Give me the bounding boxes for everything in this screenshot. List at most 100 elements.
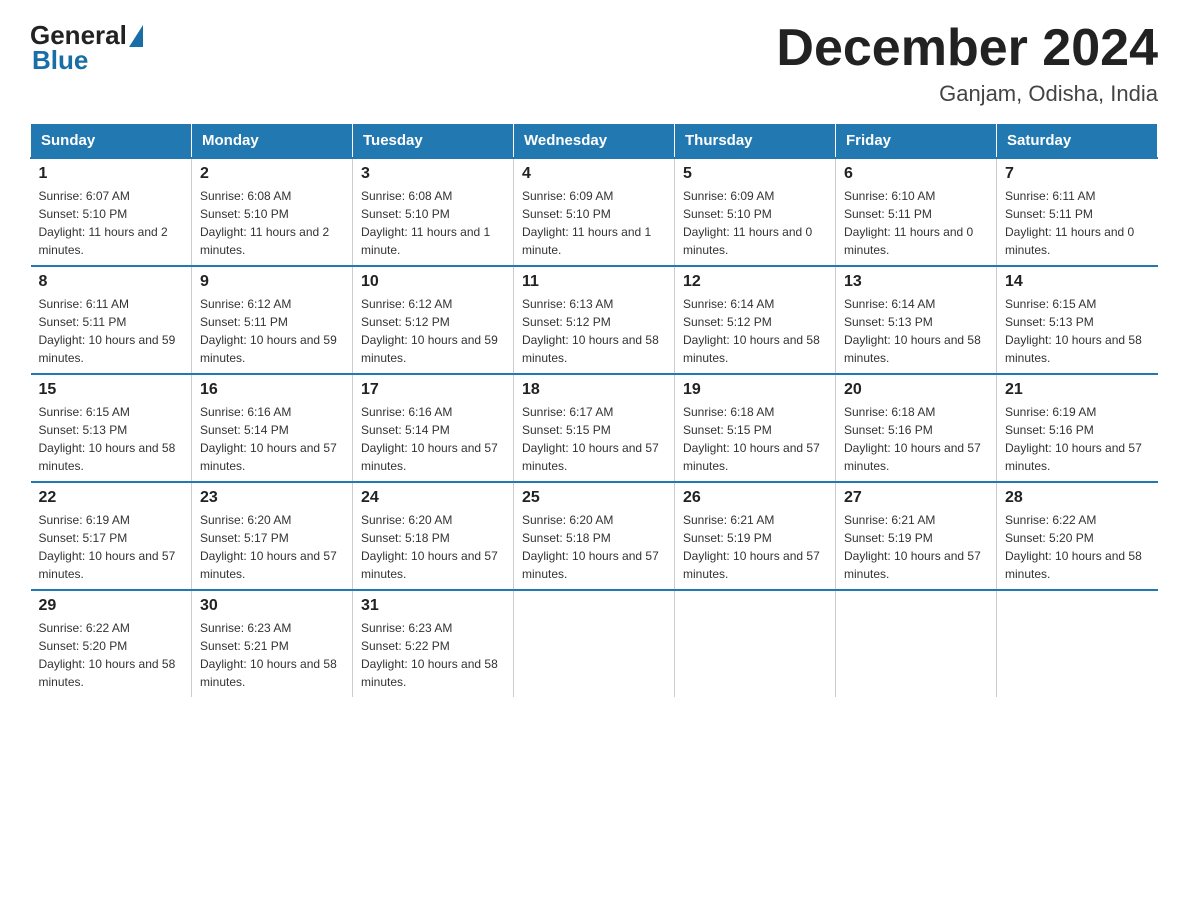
calendar-cell: 31 Sunrise: 6:23 AMSunset: 5:22 PMDaylig…	[353, 590, 514, 697]
day-number: 12	[683, 273, 827, 291]
day-info: Sunrise: 6:12 AMSunset: 5:11 PMDaylight:…	[200, 297, 337, 365]
calendar-week-row: 1 Sunrise: 6:07 AMSunset: 5:10 PMDayligh…	[31, 158, 1158, 266]
day-info: Sunrise: 6:19 AMSunset: 5:17 PMDaylight:…	[39, 513, 176, 581]
day-number: 11	[522, 273, 666, 291]
day-number: 19	[683, 381, 827, 399]
day-number: 28	[1005, 489, 1150, 507]
calendar-cell: 2 Sunrise: 6:08 AMSunset: 5:10 PMDayligh…	[192, 158, 353, 266]
calendar-cell: 4 Sunrise: 6:09 AMSunset: 5:10 PMDayligh…	[514, 158, 675, 266]
day-number: 7	[1005, 165, 1150, 183]
calendar-cell: 21 Sunrise: 6:19 AMSunset: 5:16 PMDaylig…	[997, 374, 1158, 482]
day-info: Sunrise: 6:11 AMSunset: 5:11 PMDaylight:…	[1005, 189, 1134, 257]
day-info: Sunrise: 6:19 AMSunset: 5:16 PMDaylight:…	[1005, 405, 1142, 473]
day-number: 14	[1005, 273, 1150, 291]
day-number: 2	[200, 165, 344, 183]
day-number: 1	[39, 165, 184, 183]
calendar-cell: 30 Sunrise: 6:23 AMSunset: 5:21 PMDaylig…	[192, 590, 353, 697]
calendar-cell	[514, 590, 675, 697]
day-number: 8	[39, 273, 184, 291]
day-number: 24	[361, 489, 505, 507]
day-number: 17	[361, 381, 505, 399]
day-number: 4	[522, 165, 666, 183]
day-number: 26	[683, 489, 827, 507]
calendar-cell: 20 Sunrise: 6:18 AMSunset: 5:16 PMDaylig…	[836, 374, 997, 482]
day-number: 5	[683, 165, 827, 183]
day-number: 25	[522, 489, 666, 507]
day-info: Sunrise: 6:16 AMSunset: 5:14 PMDaylight:…	[200, 405, 337, 473]
day-info: Sunrise: 6:08 AMSunset: 5:10 PMDaylight:…	[200, 189, 329, 257]
calendar-cell: 15 Sunrise: 6:15 AMSunset: 5:13 PMDaylig…	[31, 374, 192, 482]
day-info: Sunrise: 6:09 AMSunset: 5:10 PMDaylight:…	[522, 189, 651, 257]
calendar-cell: 7 Sunrise: 6:11 AMSunset: 5:11 PMDayligh…	[997, 158, 1158, 266]
calendar-cell	[836, 590, 997, 697]
day-info: Sunrise: 6:13 AMSunset: 5:12 PMDaylight:…	[522, 297, 659, 365]
day-info: Sunrise: 6:21 AMSunset: 5:19 PMDaylight:…	[844, 513, 981, 581]
calendar-cell	[675, 590, 836, 697]
day-number: 30	[200, 597, 344, 615]
weekday-header-friday: Friday	[836, 124, 997, 159]
day-number: 18	[522, 381, 666, 399]
calendar-week-row: 15 Sunrise: 6:15 AMSunset: 5:13 PMDaylig…	[31, 374, 1158, 482]
calendar-cell: 5 Sunrise: 6:09 AMSunset: 5:10 PMDayligh…	[675, 158, 836, 266]
day-info: Sunrise: 6:20 AMSunset: 5:18 PMDaylight:…	[522, 513, 659, 581]
calendar-subtitle: Ganjam, Odisha, India	[776, 81, 1158, 107]
day-info: Sunrise: 6:12 AMSunset: 5:12 PMDaylight:…	[361, 297, 498, 365]
calendar-cell: 29 Sunrise: 6:22 AMSunset: 5:20 PMDaylig…	[31, 590, 192, 697]
calendar-cell: 28 Sunrise: 6:22 AMSunset: 5:20 PMDaylig…	[997, 482, 1158, 590]
day-info: Sunrise: 6:18 AMSunset: 5:15 PMDaylight:…	[683, 405, 820, 473]
calendar-week-row: 22 Sunrise: 6:19 AMSunset: 5:17 PMDaylig…	[31, 482, 1158, 590]
day-info: Sunrise: 6:20 AMSunset: 5:18 PMDaylight:…	[361, 513, 498, 581]
day-info: Sunrise: 6:14 AMSunset: 5:12 PMDaylight:…	[683, 297, 820, 365]
weekday-header-row: SundayMondayTuesdayWednesdayThursdayFrid…	[31, 124, 1158, 159]
calendar-cell: 19 Sunrise: 6:18 AMSunset: 5:15 PMDaylig…	[675, 374, 836, 482]
day-info: Sunrise: 6:07 AMSunset: 5:10 PMDaylight:…	[39, 189, 168, 257]
day-info: Sunrise: 6:17 AMSunset: 5:15 PMDaylight:…	[522, 405, 659, 473]
calendar-cell: 13 Sunrise: 6:14 AMSunset: 5:13 PMDaylig…	[836, 266, 997, 374]
day-number: 6	[844, 165, 988, 183]
weekday-header-thursday: Thursday	[675, 124, 836, 159]
day-info: Sunrise: 6:09 AMSunset: 5:10 PMDaylight:…	[683, 189, 812, 257]
day-number: 13	[844, 273, 988, 291]
weekday-header-wednesday: Wednesday	[514, 124, 675, 159]
logo-blue-text: Blue	[30, 45, 88, 76]
day-number: 16	[200, 381, 344, 399]
calendar-cell: 24 Sunrise: 6:20 AMSunset: 5:18 PMDaylig…	[353, 482, 514, 590]
calendar-cell: 25 Sunrise: 6:20 AMSunset: 5:18 PMDaylig…	[514, 482, 675, 590]
day-info: Sunrise: 6:15 AMSunset: 5:13 PMDaylight:…	[39, 405, 176, 473]
calendar-title: December 2024	[776, 20, 1158, 77]
calendar-cell: 22 Sunrise: 6:19 AMSunset: 5:17 PMDaylig…	[31, 482, 192, 590]
day-number: 22	[39, 489, 184, 507]
calendar-cell: 3 Sunrise: 6:08 AMSunset: 5:10 PMDayligh…	[353, 158, 514, 266]
calendar-cell: 6 Sunrise: 6:10 AMSunset: 5:11 PMDayligh…	[836, 158, 997, 266]
day-number: 20	[844, 381, 988, 399]
calendar-cell: 18 Sunrise: 6:17 AMSunset: 5:15 PMDaylig…	[514, 374, 675, 482]
day-info: Sunrise: 6:22 AMSunset: 5:20 PMDaylight:…	[39, 621, 176, 689]
calendar-cell	[997, 590, 1158, 697]
calendar-cell: 10 Sunrise: 6:12 AMSunset: 5:12 PMDaylig…	[353, 266, 514, 374]
day-info: Sunrise: 6:16 AMSunset: 5:14 PMDaylight:…	[361, 405, 498, 473]
calendar-cell: 23 Sunrise: 6:20 AMSunset: 5:17 PMDaylig…	[192, 482, 353, 590]
calendar-cell: 11 Sunrise: 6:13 AMSunset: 5:12 PMDaylig…	[514, 266, 675, 374]
weekday-header-saturday: Saturday	[997, 124, 1158, 159]
day-info: Sunrise: 6:11 AMSunset: 5:11 PMDaylight:…	[39, 297, 176, 365]
calendar-cell: 26 Sunrise: 6:21 AMSunset: 5:19 PMDaylig…	[675, 482, 836, 590]
calendar-cell: 12 Sunrise: 6:14 AMSunset: 5:12 PMDaylig…	[675, 266, 836, 374]
calendar-cell: 9 Sunrise: 6:12 AMSunset: 5:11 PMDayligh…	[192, 266, 353, 374]
calendar-cell: 14 Sunrise: 6:15 AMSunset: 5:13 PMDaylig…	[997, 266, 1158, 374]
calendar-cell: 1 Sunrise: 6:07 AMSunset: 5:10 PMDayligh…	[31, 158, 192, 266]
calendar-week-row: 29 Sunrise: 6:22 AMSunset: 5:20 PMDaylig…	[31, 590, 1158, 697]
day-info: Sunrise: 6:15 AMSunset: 5:13 PMDaylight:…	[1005, 297, 1142, 365]
day-number: 3	[361, 165, 505, 183]
day-info: Sunrise: 6:18 AMSunset: 5:16 PMDaylight:…	[844, 405, 981, 473]
logo: General Blue	[30, 20, 143, 76]
day-number: 27	[844, 489, 988, 507]
logo-triangle-icon	[129, 25, 143, 47]
day-info: Sunrise: 6:14 AMSunset: 5:13 PMDaylight:…	[844, 297, 981, 365]
calendar-table: SundayMondayTuesdayWednesdayThursdayFrid…	[30, 123, 1158, 697]
calendar-week-row: 8 Sunrise: 6:11 AMSunset: 5:11 PMDayligh…	[31, 266, 1158, 374]
day-info: Sunrise: 6:23 AMSunset: 5:22 PMDaylight:…	[361, 621, 498, 689]
calendar-cell: 27 Sunrise: 6:21 AMSunset: 5:19 PMDaylig…	[836, 482, 997, 590]
day-info: Sunrise: 6:08 AMSunset: 5:10 PMDaylight:…	[361, 189, 490, 257]
day-number: 31	[361, 597, 505, 615]
day-info: Sunrise: 6:22 AMSunset: 5:20 PMDaylight:…	[1005, 513, 1142, 581]
